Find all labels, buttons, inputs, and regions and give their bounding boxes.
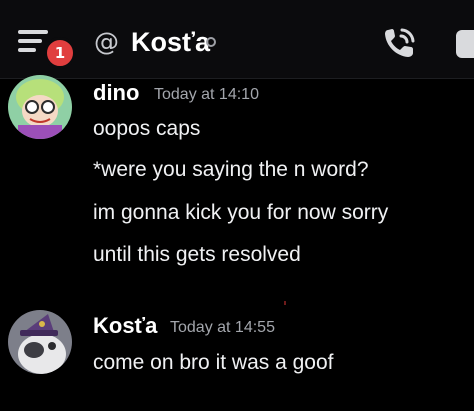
message-line: im gonna kick you for now sorry — [93, 201, 389, 224]
voice-call-button[interactable] — [380, 24, 420, 64]
notification-badge: 1 — [44, 37, 76, 69]
voice-call-icon — [385, 28, 415, 57]
channel-title[interactable]: Kosťa — [131, 26, 210, 58]
menu-button[interactable]: 1 — [12, 24, 76, 69]
message-timestamp: Today at 14:10 — [154, 86, 259, 103]
channel-header: 1 @ Kosťa — [0, 0, 474, 79]
message-author[interactable]: dino — [93, 80, 139, 106]
member-list-icon — [456, 30, 474, 58]
message-author[interactable]: Kosťa — [93, 313, 157, 339]
at-icon: @ — [94, 27, 119, 56]
dino-avatar-icon[interactable] — [8, 75, 72, 139]
message-line: until this gets resolved — [93, 243, 301, 266]
message-line: *were you saying the n word? — [93, 158, 369, 181]
member-list-button[interactable] — [452, 30, 474, 58]
message-line: come on bro it was a goof — [93, 351, 334, 374]
kosta-avatar-icon[interactable] — [8, 310, 72, 374]
message-timestamp: Today at 14:55 — [170, 319, 275, 336]
divider-speck — [284, 301, 286, 305]
offline-status-icon — [206, 37, 216, 47]
message-line: oopos caps — [93, 117, 201, 140]
